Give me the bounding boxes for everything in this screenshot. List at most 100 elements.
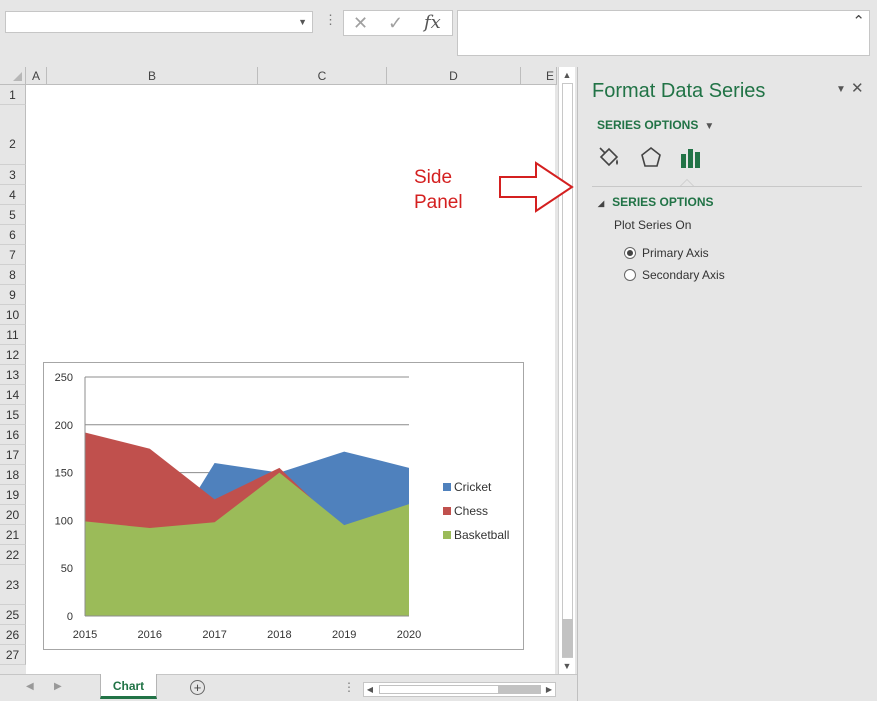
scroll-thumb[interactable]	[562, 619, 573, 657]
legend-entry-cricket[interactable]: Cricket	[443, 475, 509, 499]
add-sheet-icon[interactable]: +	[190, 680, 205, 695]
y-tick-label: 100	[55, 515, 73, 527]
radio-selected[interactable]	[624, 247, 636, 259]
secondary-axis-radio[interactable]: Secondary Axis	[624, 268, 725, 282]
legend-label: Chess	[454, 504, 489, 518]
row-header[interactable]: 22	[0, 545, 26, 565]
legend-entry-basketball[interactable]: Basketball	[443, 523, 509, 547]
chart-area[interactable]: 0 50 100 150 200 250 2015 2016 2017 2018 2019 2020 …	[43, 362, 524, 650]
scroll-up-icon[interactable]: ▲	[559, 67, 575, 83]
row-header[interactable]: 8	[0, 265, 26, 285]
annotation-label: Side Panel	[414, 165, 463, 215]
name-box[interactable]: ▼	[5, 11, 313, 33]
formula-input[interactable]: ⌃	[457, 10, 870, 56]
row-header[interactable]: 25	[0, 605, 26, 625]
x-tick-label: 2019	[332, 629, 356, 641]
row-header[interactable]: 23	[0, 565, 26, 605]
row-header[interactable]: 10	[0, 305, 26, 325]
legend-swatch	[443, 507, 451, 515]
row-header[interactable]: 7	[0, 245, 26, 265]
column-header-a[interactable]: A	[26, 67, 47, 85]
row-header[interactable]: 12	[0, 345, 26, 365]
series-options-dropdown-label: SERIES OPTIONS	[597, 118, 699, 132]
row-header[interactable]: 3	[0, 165, 26, 185]
scroll-left-icon[interactable]: ◀	[364, 683, 376, 696]
legend-entry-chess[interactable]: Chess	[443, 499, 509, 523]
column-header-e[interactable]: E	[521, 67, 557, 85]
panel-tabs	[596, 145, 866, 175]
chevron-down-icon: ▼	[704, 121, 715, 132]
excel-window: ▼ ⋮ ✕ ✓ fx ⌃ A B C D E 1 2 3 4 5 6 7 8 9…	[0, 0, 877, 701]
row-header[interactable]: 27	[0, 645, 26, 665]
row-header[interactable]: 5	[0, 205, 26, 225]
row-header[interactable]: 2	[0, 105, 26, 165]
row-header[interactable]: 17	[0, 445, 26, 465]
row-header[interactable]: 15	[0, 405, 26, 425]
close-icon[interactable]: ✕	[851, 79, 864, 97]
row-header[interactable]: 9	[0, 285, 26, 305]
panel-divider	[592, 186, 862, 187]
collapse-triangle-icon: ◢	[598, 199, 605, 208]
row-header[interactable]: 11	[0, 325, 26, 345]
cancel-icon[interactable]: ✕	[353, 13, 368, 34]
vertical-scrollbar[interactable]: ▲ ▼	[558, 67, 575, 674]
panel-title: Format Data Series	[592, 80, 766, 102]
bar-chart-icon[interactable]	[678, 145, 704, 171]
y-tick-label: 0	[67, 611, 73, 623]
scroll-down-icon[interactable]: ▼	[559, 658, 575, 674]
y-tick-label: 250	[55, 372, 73, 384]
tab-splitter-icon[interactable]: ⋮	[343, 680, 355, 694]
row-header[interactable]: 26	[0, 625, 26, 645]
row-header[interactable]: 1	[0, 85, 26, 105]
x-tick-label: 2017	[202, 629, 226, 641]
row-header[interactable]: 18	[0, 465, 26, 485]
legend-label: Cricket	[454, 480, 492, 494]
series-options-section-header[interactable]: ◢ SERIES OPTIONS	[598, 195, 714, 209]
prev-sheet-icon[interactable]: ◀	[26, 681, 34, 692]
row-header[interactable]: 19	[0, 485, 26, 505]
sheet-tab-chart[interactable]: Chart	[100, 674, 157, 699]
legend-label: Basketball	[454, 528, 510, 542]
formula-bar-grip-icon[interactable]: ⋮	[324, 12, 337, 28]
column-header-d[interactable]: D	[387, 67, 521, 85]
column-header-b[interactable]: B	[47, 67, 258, 85]
annotation-line-2: Panel	[414, 192, 463, 213]
x-tick-label: 2020	[397, 629, 421, 641]
row-header[interactable]: 4	[0, 185, 26, 205]
series-options-dropdown[interactable]: SERIES OPTIONS ▼	[597, 118, 714, 132]
primary-axis-radio[interactable]: Primary Axis	[624, 246, 709, 260]
row-header[interactable]: 16	[0, 425, 26, 445]
row-header[interactable]: 6	[0, 225, 26, 245]
insert-function-icon[interactable]: fx	[424, 12, 441, 33]
y-tick-label: 150	[55, 468, 73, 480]
column-header-c[interactable]: C	[258, 67, 387, 85]
row-header[interactable]: 20	[0, 505, 26, 525]
y-tick-label: 200	[55, 420, 73, 432]
plot-series-on-label: Plot Series On	[614, 218, 692, 232]
fill-line-icon[interactable]	[596, 145, 622, 171]
panel-options-icon[interactable]: ▼	[836, 84, 846, 95]
section-title: SERIES OPTIONS	[612, 195, 714, 209]
row-header[interactable]: 13	[0, 365, 26, 385]
secondary-axis-label: Secondary Axis	[642, 268, 725, 282]
legend-swatch	[443, 531, 451, 539]
horizontal-scroll-thumb[interactable]	[379, 685, 499, 694]
chevron-down-icon[interactable]: ▼	[298, 17, 307, 27]
select-all-corner[interactable]	[0, 67, 26, 85]
scroll-right-icon[interactable]: ▶	[543, 683, 555, 696]
format-data-series-panel: Format Data Series ▼ ✕ SERIES OPTIONS ▼	[577, 67, 877, 701]
annotation-arrow-icon	[499, 161, 574, 213]
next-sheet-icon[interactable]: ▶	[54, 681, 62, 692]
chart-legend[interactable]: Cricket Chess Basketball	[443, 475, 509, 547]
row-header[interactable]: 21	[0, 525, 26, 545]
enter-icon[interactable]: ✓	[388, 13, 403, 34]
horizontal-scroll-track[interactable]	[499, 685, 541, 694]
effects-icon[interactable]	[638, 145, 664, 171]
collapse-formula-bar-icon[interactable]: ⌃	[852, 12, 865, 30]
x-tick-label: 2016	[138, 629, 162, 641]
radio-unselected[interactable]	[624, 269, 636, 281]
horizontal-scrollbar[interactable]: ◀ ▶	[363, 682, 556, 697]
y-tick-label: 50	[61, 563, 73, 575]
x-tick-label: 2018	[267, 629, 291, 641]
row-header[interactable]: 14	[0, 385, 26, 405]
